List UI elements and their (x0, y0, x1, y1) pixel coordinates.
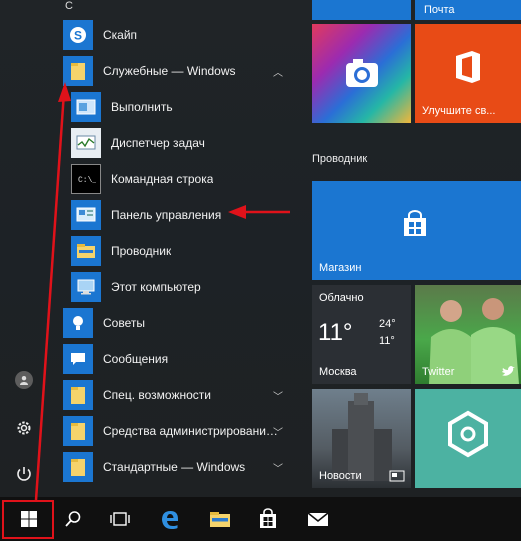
weather-temp: 11° (318, 319, 353, 346)
taskbar (0, 497, 521, 541)
folder-label: Средства администрировани… (103, 424, 278, 438)
start-button-highlight (2, 500, 54, 539)
tile-label: Москва (319, 366, 357, 378)
app-skype[interactable]: S Скайп (63, 18, 293, 52)
app-label: Диспетчер задач (111, 136, 205, 150)
computer-icon (71, 272, 101, 302)
news-icon (389, 470, 405, 482)
explorer-icon (71, 236, 101, 266)
store-icon (404, 210, 426, 236)
tile-label: Магазин (319, 262, 362, 274)
cmd-icon: C:\_ (71, 164, 101, 194)
tile-label: Почта (424, 4, 455, 16)
task-view-button[interactable] (96, 497, 144, 541)
section-letter[interactable]: С (65, 0, 73, 12)
tile-office[interactable]: Улучшите св... (415, 24, 521, 123)
messaging-icon (63, 344, 93, 374)
chevron-up-icon[interactable]: ︿ (273, 64, 283, 79)
app-this-pc[interactable]: Этот компьютер (63, 270, 293, 304)
mail-button[interactable] (294, 497, 342, 541)
app-control-panel[interactable]: Панель управления (63, 198, 293, 232)
tiles-area: Почта Улучшите св... Проводник Магазин О… (312, 0, 521, 497)
app-label: Командная строка (111, 172, 214, 186)
tile-group-header[interactable]: Проводник (312, 153, 367, 165)
weather-condition: Облачно (319, 292, 364, 304)
edge-button[interactable] (146, 497, 194, 541)
app-label: Проводник (111, 244, 172, 258)
tile-pdf-reader[interactable] (415, 389, 521, 488)
app-tips[interactable]: Советы (63, 306, 293, 340)
search-button[interactable] (49, 497, 97, 541)
chevron-down-icon[interactable]: ﹀ (273, 388, 283, 403)
explorer-button[interactable] (196, 497, 244, 541)
chevron-down-icon[interactable]: ﹀ (273, 460, 283, 475)
tile-mail[interactable]: Почта (415, 0, 521, 20)
folder-accessibility[interactable]: Спец. возможности ﹀ (63, 378, 293, 412)
edge-icon (162, 511, 178, 529)
app-label: Скайп (103, 28, 138, 42)
tips-icon (63, 308, 93, 338)
start-rail (0, 0, 50, 497)
folder-icon (63, 380, 93, 410)
tile-camera[interactable] (312, 24, 411, 123)
chevron-down-icon[interactable]: ﹀ (273, 424, 283, 439)
pdf-reader-icon (448, 410, 488, 458)
skype-icon: S (63, 20, 93, 50)
app-label: Сообщения (103, 352, 169, 366)
power-icon[interactable] (12, 462, 36, 486)
camera-icon (346, 59, 378, 87)
store-icon (260, 508, 276, 528)
search-icon (65, 511, 81, 527)
run-icon (71, 92, 101, 122)
task-view-icon (110, 512, 130, 526)
folder-accessories-windows[interactable]: Служебные — Windows ︿ (63, 54, 293, 88)
folder-icon (63, 56, 93, 86)
control-panel-icon (71, 200, 101, 230)
folder-icon (63, 416, 93, 446)
tile-label: Новости (319, 470, 362, 482)
svg-text:S: S (74, 29, 82, 43)
app-label: Этот компьютер (111, 280, 201, 294)
tile-twitter[interactable]: Twitter (415, 285, 521, 384)
office-icon (456, 51, 480, 83)
folder-label: Служебные — Windows (103, 64, 236, 78)
app-label: Панель управления (111, 208, 222, 222)
app-command-prompt[interactable]: C:\_ Командная строка (63, 162, 293, 196)
app-label: Выполнить (111, 100, 173, 114)
user-account-icon[interactable] (15, 371, 33, 389)
tile-news[interactable]: Новости (312, 389, 411, 488)
tile-weather[interactable]: Облачно 11° 24° 11° Москва (312, 285, 411, 384)
tile-store[interactable]: Магазин (312, 181, 521, 280)
store-button[interactable] (244, 497, 292, 541)
folder-label: Спец. возможности (103, 388, 211, 402)
folder-label: Стандартные — Windows (103, 460, 246, 474)
app-messaging[interactable]: Сообщения (63, 342, 293, 376)
task-manager-icon (71, 128, 101, 158)
app-list: С S Скайп Служебные — Windows ︿ Выполнит… (55, 0, 295, 497)
start-menu: С S Скайп Служебные — Windows ︿ Выполнит… (0, 0, 521, 497)
weather-high: 24° (379, 318, 396, 330)
tile-label: Улучшите св... (422, 105, 496, 117)
settings-icon[interactable] (12, 416, 36, 440)
folder-icon (63, 452, 93, 482)
app-run[interactable]: Выполнить (63, 90, 293, 124)
mail-icon (307, 512, 329, 526)
twitter-bird-icon (502, 366, 515, 376)
tile-label: Twitter (422, 366, 455, 378)
app-file-explorer[interactable]: Проводник (63, 234, 293, 268)
app-label: Советы (103, 316, 145, 330)
folder-admin-tools[interactable]: Средства администрировани… ﹀ (63, 414, 293, 448)
tile-mail-part[interactable] (312, 0, 411, 20)
explorer-icon (210, 512, 230, 527)
svg-text:C:\_: C:\_ (78, 176, 96, 185)
folder-standard-windows[interactable]: Стандартные — Windows ﹀ (63, 450, 293, 484)
weather-low: 11° (379, 335, 395, 347)
app-task-manager[interactable]: Диспетчер задач (63, 126, 293, 160)
